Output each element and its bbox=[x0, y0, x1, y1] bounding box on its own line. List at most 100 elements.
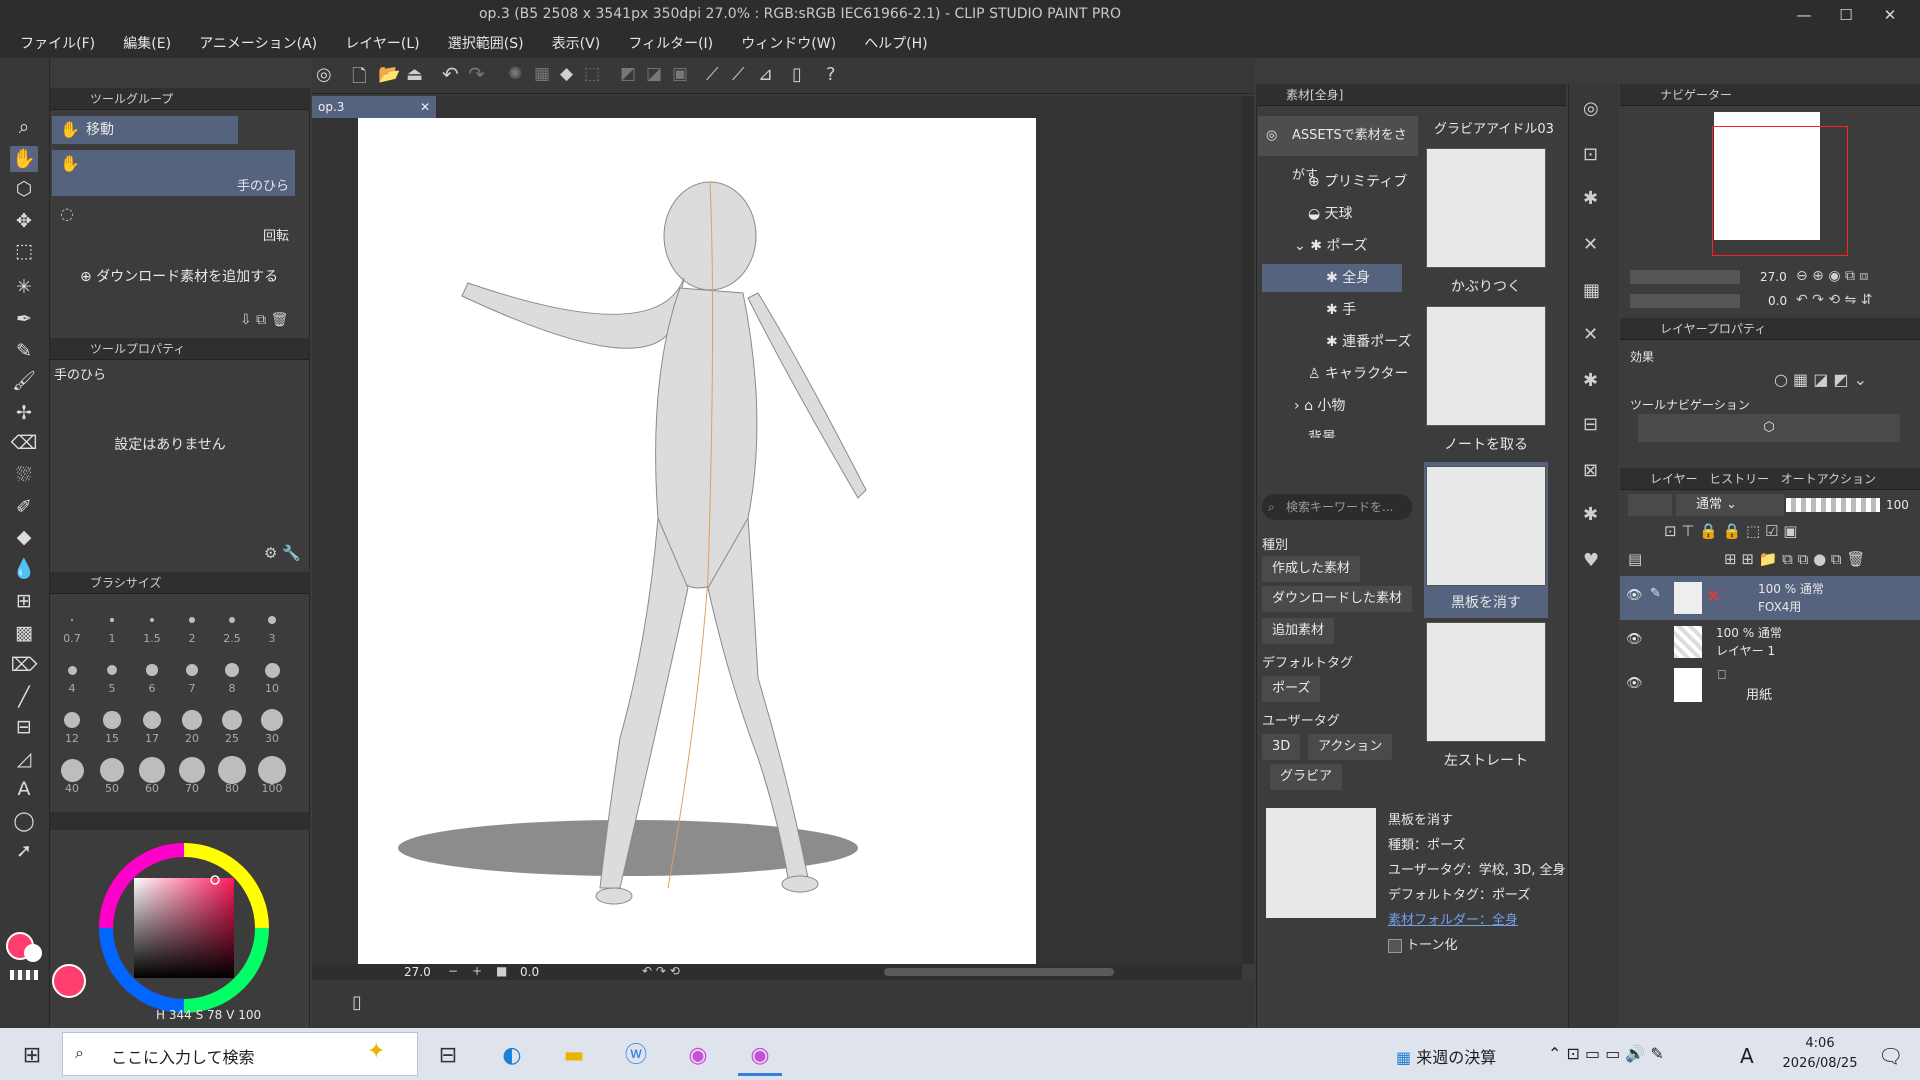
dock-icon[interactable]: ✱ bbox=[1583, 370, 1598, 391]
dock-icon[interactable]: ✱ bbox=[1583, 504, 1598, 525]
fill-icon[interactable]: ◆ bbox=[560, 64, 573, 84]
gradient-tool-icon[interactable]: ▩ bbox=[10, 620, 38, 646]
pencil-tool-icon[interactable]: ✎ bbox=[10, 338, 38, 364]
tree-item-character[interactable]: ♙ キャラクター bbox=[1308, 360, 1408, 388]
tag-gravure[interactable]: グラビア bbox=[1270, 764, 1343, 790]
new-file-icon[interactable]: 🗋 bbox=[352, 64, 366, 94]
brush-size-cell[interactable]: 12 bbox=[52, 698, 92, 748]
dock-icon[interactable]: ✕ bbox=[1583, 324, 1598, 345]
rotation-slider[interactable] bbox=[1630, 294, 1740, 308]
sub-color-swatch[interactable] bbox=[24, 944, 42, 962]
menu-animation[interactable]: アニメーション(A) bbox=[187, 30, 329, 58]
brush-size-cell[interactable]: 50 bbox=[92, 748, 132, 798]
brush-size-cell[interactable]: 6 bbox=[132, 648, 172, 698]
operation-tool-icon[interactable]: ➚ bbox=[10, 838, 38, 864]
layer-row-fox4[interactable]: 👁 ✎ ✕ 100 % 通常 FOX4用 bbox=[1620, 576, 1920, 620]
ruler-snap-icon[interactable]: ⟋ bbox=[706, 64, 719, 85]
tab-auto-action[interactable]: オートアクション bbox=[1781, 472, 1876, 486]
tree-item-primitive[interactable]: ⊕ プリミティブ bbox=[1308, 168, 1407, 196]
tree-item-sky[interactable]: ◒ 天球 bbox=[1308, 200, 1353, 228]
tab-history[interactable]: ヒストリー bbox=[1709, 472, 1769, 486]
brush-size-cell[interactable]: 80 bbox=[212, 748, 252, 798]
brush-tool-icon[interactable]: 🖌 bbox=[10, 368, 38, 394]
add-download-material[interactable]: ⊕ ダウンロード素材を追加する bbox=[80, 266, 278, 286]
zoom-in-icon[interactable]: + bbox=[472, 964, 482, 978]
fit-icon[interactable]: ■ bbox=[496, 964, 507, 978]
menu-filter[interactable]: フィルター(I) bbox=[616, 30, 725, 58]
zoom-tool-icon[interactable]: ⌕ bbox=[10, 114, 38, 140]
sub-tool-hand[interactable]: ✋ 手のひら bbox=[52, 150, 295, 196]
material-search-input[interactable]: ⌕ 検索キーワードを... bbox=[1262, 494, 1412, 520]
brush-size-cell[interactable]: 2.5 bbox=[212, 598, 252, 648]
fill-tool-icon[interactable]: ◆ bbox=[10, 524, 38, 550]
ime-indicator[interactable]: A bbox=[1740, 1044, 1754, 1068]
tree-item-fullbody[interactable]: ✱ 全身 bbox=[1262, 264, 1402, 292]
brush-size-cell[interactable]: 3 bbox=[252, 598, 292, 648]
color-wheel[interactable] bbox=[94, 838, 274, 1018]
brush-size-cell[interactable]: 2 bbox=[172, 598, 212, 648]
hand-tool-icon[interactable]: ✋ bbox=[10, 146, 38, 172]
zoom-buttons-icon[interactable]: ⊖ ⊕ ◉ ⧉ ⧈ bbox=[1796, 268, 1868, 284]
invert-selection-icon[interactable]: ◪ bbox=[646, 64, 662, 84]
tag-pose[interactable]: ポーズ bbox=[1262, 676, 1321, 702]
canvas-paper[interactable] bbox=[358, 118, 1036, 964]
menu-help[interactable]: ヘルプ(H) bbox=[852, 30, 939, 58]
brush-size-cell[interactable]: 60 bbox=[132, 748, 172, 798]
zoom-value[interactable]: 27.0 bbox=[404, 965, 431, 979]
material-thumbnail[interactable] bbox=[1426, 622, 1546, 742]
save-icon[interactable]: ⏏ bbox=[406, 64, 423, 85]
rotate-left-icon[interactable]: ↶ ↷ ⟲ bbox=[642, 964, 680, 978]
tag-3d[interactable]: 3D bbox=[1262, 734, 1301, 760]
magic-wand-tool-icon[interactable]: ✳ bbox=[10, 274, 38, 300]
clip-studio-icon[interactable]: ◎ bbox=[316, 64, 332, 85]
correction-tool-icon[interactable]: ⌦ bbox=[10, 652, 38, 678]
tone-checkbox[interactable]: トーン化 bbox=[1388, 933, 1566, 958]
tag-action[interactable]: アクション bbox=[1308, 734, 1393, 760]
brush-size-cell[interactable]: 15 bbox=[92, 698, 132, 748]
brush-size-cell[interactable]: 17 bbox=[132, 698, 172, 748]
brush-size-cell[interactable]: 20 bbox=[172, 698, 212, 748]
eye-icon[interactable]: 👁 bbox=[1626, 676, 1643, 691]
timeline-icon[interactable]: ▯ bbox=[352, 992, 362, 1013]
brush-size-cell[interactable]: 25 bbox=[212, 698, 252, 748]
brush-size-cell[interactable]: 10 bbox=[252, 648, 292, 698]
mask-off-icon[interactable]: ✕ bbox=[1706, 586, 1721, 607]
clear-outside-icon[interactable]: ▦ bbox=[534, 64, 550, 84]
line-tool-icon[interactable]: ╱ bbox=[10, 684, 38, 710]
brush-size-cell[interactable]: 40 bbox=[52, 748, 92, 798]
dock-icon[interactable]: ◎ bbox=[1583, 98, 1599, 119]
text-tool-icon[interactable]: A bbox=[10, 776, 38, 802]
object-tool-icon[interactable]: ⬡ bbox=[10, 176, 38, 202]
clip-studio-icon[interactable]: ◉ bbox=[676, 1036, 720, 1076]
balloon-tool-icon[interactable]: ◯ bbox=[10, 808, 38, 834]
gradient-blob-tool-icon[interactable]: 💧 bbox=[10, 556, 38, 582]
dock-icon[interactable]: ✕ bbox=[1583, 234, 1598, 255]
navigator-viewport-frame[interactable] bbox=[1712, 126, 1848, 256]
detail-folder-link[interactable]: 素材フォルダー：全身 bbox=[1388, 908, 1566, 933]
3d-pose-figure[interactable] bbox=[358, 118, 1036, 964]
rotation-value[interactable]: 0.0 bbox=[520, 965, 539, 979]
redo-icon[interactable]: ↷ bbox=[468, 62, 485, 86]
menu-window[interactable]: ウィンドウ(W) bbox=[729, 30, 848, 58]
open-file-icon[interactable]: 📂 bbox=[378, 64, 400, 85]
tree-item-sequence-pose[interactable]: ✱ 連番ポーズ bbox=[1326, 328, 1412, 356]
layer-lock-icons[interactable]: ⊡ ⊤ 🔒 🔒 ⬚ ☑ ▣ bbox=[1664, 522, 1797, 540]
effect-icons[interactable]: ○ ▦ ◪ ◩ ⌄ bbox=[1774, 370, 1867, 389]
app-w-icon[interactable]: ⓦ bbox=[614, 1036, 658, 1076]
start-icon[interactable]: ⊞ bbox=[10, 1036, 54, 1076]
notification-icon[interactable]: 🗨 bbox=[1878, 1044, 1903, 1068]
transform-icon[interactable]: ⬚ bbox=[584, 64, 600, 84]
dock-icon[interactable]: ✱ bbox=[1583, 188, 1598, 209]
widget-text[interactable]: ▦ 来週の決算 bbox=[1396, 1044, 1496, 1068]
transparent-color-swatch[interactable] bbox=[10, 970, 38, 980]
eye-icon[interactable]: 👁 bbox=[1626, 632, 1643, 647]
tag-created[interactable]: 作成した素材 bbox=[1262, 556, 1361, 582]
grid-snap-icon[interactable]: ⊿ bbox=[758, 64, 773, 85]
material-thumbnail-selected[interactable] bbox=[1426, 466, 1546, 586]
taskbar-search[interactable]: ⌕ ここに入力して検索 ✦ bbox=[62, 1032, 418, 1076]
blend-tool-icon[interactable]: ⛆ bbox=[10, 462, 38, 488]
move-tool-icon[interactable]: ✥ bbox=[10, 208, 38, 234]
brush-size-cell[interactable]: 100 bbox=[252, 748, 292, 798]
tool-navigation-button[interactable]: ⬡ bbox=[1638, 414, 1900, 442]
opacity-value[interactable]: 100 bbox=[1886, 498, 1909, 512]
